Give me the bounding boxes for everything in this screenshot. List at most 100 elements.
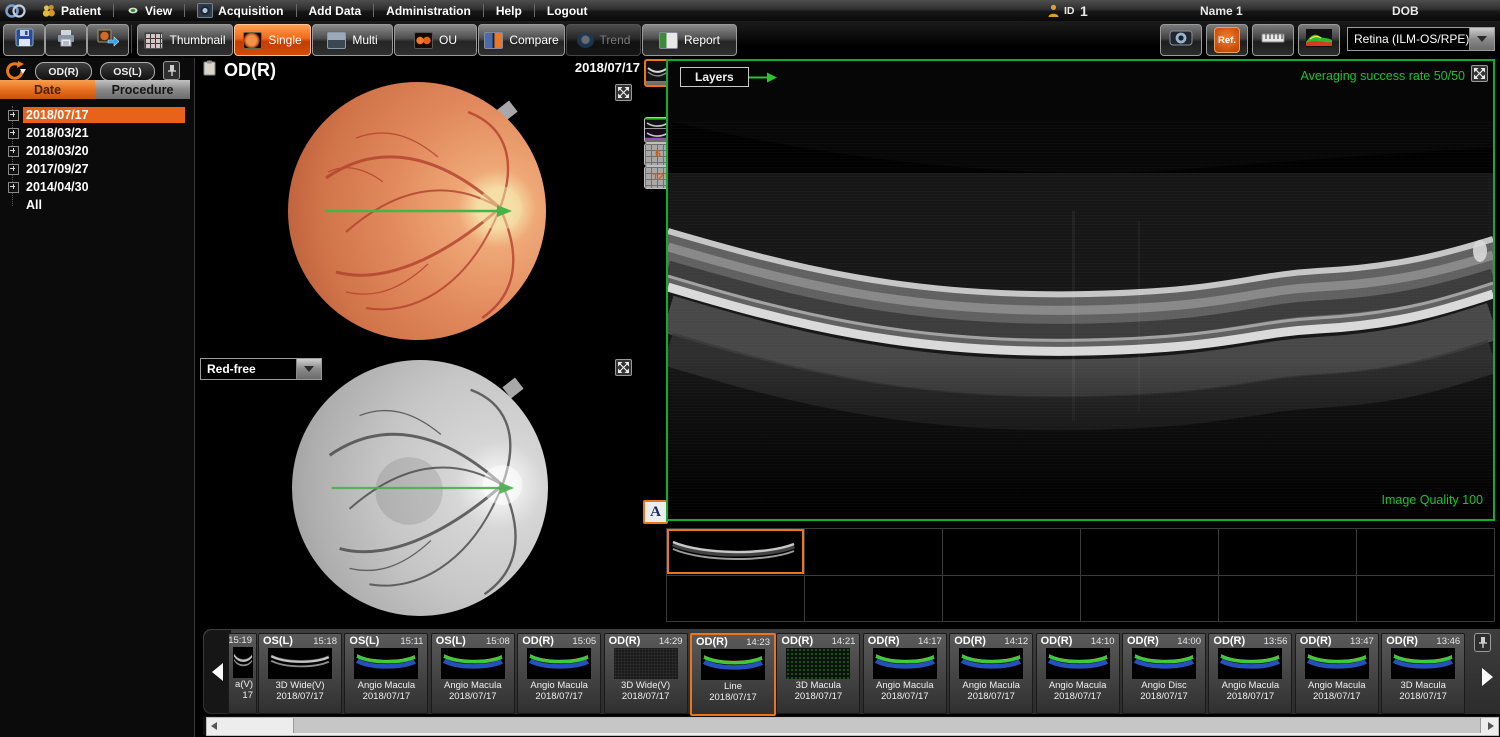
filmstrip-thumbnail[interactable]: OD(R) 14:12 Angio Macula 2018/07/17 xyxy=(949,633,1033,714)
menu-item[interactable]: Acquisition xyxy=(185,0,295,21)
od-right-eye-button[interactable]: OD(R) xyxy=(35,62,92,81)
date-tree-item[interactable]: 2017/09/27 xyxy=(0,160,195,178)
eye-title: OD(R) xyxy=(224,60,276,81)
thickness-map-button[interactable] xyxy=(1298,24,1340,56)
expand-toggle-icon[interactable] xyxy=(8,164,19,175)
filmstrip-thumbnail[interactable]: OS(L) 15:08 Angio Macula 2018/07/17 xyxy=(431,633,515,714)
filmstrip-thumbnail[interactable]: OS(L) 15:18 3D Wide(V) 2018/07/17 xyxy=(258,633,342,714)
thumbnail-scan-type: Angio Macula xyxy=(1037,680,1119,691)
date-tree-item[interactable]: 2018/07/17 xyxy=(0,106,195,124)
filmstrip-thumbnail[interactable]: OS(L) 15:11 Angio Macula 2018/07/17 xyxy=(344,633,428,714)
analysis-grid-cell[interactable] xyxy=(1357,576,1494,622)
view-mode-button[interactable]: Multi xyxy=(312,24,393,56)
compare-icon xyxy=(484,32,503,49)
caliper-button[interactable] xyxy=(1252,24,1294,56)
thumbnail-date: 2018/07/17 xyxy=(777,691,859,702)
analysis-grid-cell[interactable] xyxy=(805,576,942,622)
tab-procedure[interactable]: Procedure xyxy=(95,80,190,99)
annotation-button[interactable]: A xyxy=(643,500,668,524)
oct-noise-overlay xyxy=(668,121,1493,519)
filmstrip-thumbnail[interactable]: OD(R) 13:46 3D Macula 2018/07/17 xyxy=(1381,633,1465,714)
redfree-fundus-image[interactable] xyxy=(292,360,548,616)
menu-item-label: Acquisition xyxy=(218,4,283,18)
layer-preset-dropdown-button[interactable] xyxy=(1469,28,1494,50)
analysis-grid-cell[interactable] xyxy=(667,529,804,575)
menu-item[interactable]: Add Data xyxy=(297,0,374,21)
filmstrip-pin-button[interactable] xyxy=(1474,633,1491,652)
menu-item[interactable]: Administration xyxy=(374,0,483,21)
filmstrip-thumbnail[interactable]: OD(R) 15:05 Angio Macula 2018/07/17 xyxy=(517,633,601,714)
fundus-filter-dropdown[interactable]: Red-free xyxy=(200,358,322,380)
layers-button[interactable]: Layers xyxy=(680,67,749,87)
thumbnail-date: 2018/07/17 xyxy=(1209,691,1291,702)
save-button[interactable] xyxy=(3,24,45,56)
scrollbar-track[interactable] xyxy=(206,717,1499,736)
date-tree-item[interactable]: 2018/03/21 xyxy=(0,124,195,142)
date-tree-item[interactable]: 2018/03/20 xyxy=(0,142,195,160)
view-mode-button[interactable]: Compare xyxy=(478,24,565,56)
print-button[interactable] xyxy=(45,24,87,56)
date-tree-item[interactable]: 2014/04/30 xyxy=(0,178,195,196)
filmstrip-thumbnail[interactable]: OD(R) 14:23 Line 2018/07/17 xyxy=(690,633,776,716)
thumbnail-eye-label: OD(R) xyxy=(1041,635,1073,647)
filmstrip-thumbnail[interactable]: OD(R) 14:29 3D Wide(V) 2018/07/17 xyxy=(604,633,688,714)
filmstrip-thumbnail[interactable]: 15:19 a(V) 17 xyxy=(228,633,257,714)
tab-date[interactable]: Date xyxy=(0,80,95,99)
filmstrip-thumbnail[interactable]: OD(R) 14:00 Angio Disc 2018/07/17 xyxy=(1122,633,1206,714)
menu-item-label: Help xyxy=(496,4,522,18)
scrollbar-right-arrow[interactable] xyxy=(1488,722,1494,730)
filmstrip-scroll-left-button[interactable] xyxy=(204,630,231,713)
analysis-grid-cell[interactable] xyxy=(805,529,942,575)
filmstrip-thumbnail[interactable]: OD(R) 13:47 Angio Macula 2018/07/17 xyxy=(1295,633,1379,714)
analysis-grid-cell[interactable] xyxy=(1219,576,1356,622)
os-left-eye-button[interactable]: OS(L) xyxy=(100,62,155,81)
export-button[interactable] xyxy=(87,24,129,56)
analysis-grid-cell[interactable] xyxy=(667,576,804,622)
filmstrip-thumbnail[interactable]: OD(R) 14:17 Angio Macula 2018/07/17 xyxy=(863,633,947,714)
reference-button[interactable]: Ref. xyxy=(1206,24,1248,56)
expand-toggle-icon[interactable] xyxy=(8,146,19,157)
oct-mini-thumbnail[interactable] xyxy=(667,529,804,574)
oct-expand-button[interactable] xyxy=(1471,65,1488,82)
thumbnail-scan-type: Angio Macula xyxy=(1209,680,1291,691)
menu-item[interactable]: Patient xyxy=(30,0,113,21)
view-mode-button[interactable]: Trend xyxy=(566,24,641,56)
analysis-grid-cell[interactable] xyxy=(943,576,1080,622)
thumbnail-date: 2018/07/17 xyxy=(1123,691,1205,702)
menu-item[interactable]: Logout xyxy=(535,0,600,21)
expand-toggle-icon[interactable] xyxy=(8,128,19,139)
analysis-grid-cell[interactable] xyxy=(1081,576,1218,622)
exam-date: 2018/07/17 xyxy=(540,60,640,75)
view-mode-button[interactable]: Report xyxy=(642,24,737,56)
thumbnail-scan-type: Angio Macula xyxy=(345,680,427,691)
capture-button[interactable] xyxy=(1160,24,1202,56)
fundus2-expand-button[interactable] xyxy=(615,359,632,376)
date-tree-item[interactable]: All xyxy=(0,196,195,214)
filmstrip-thumbnail[interactable]: OD(R) 14:10 Angio Macula 2018/07/17 xyxy=(1036,633,1120,714)
scrollbar-thumb[interactable] xyxy=(293,718,1481,733)
export-image-icon xyxy=(97,28,119,52)
eye-title-row: OD(R) xyxy=(203,58,503,82)
analysis-grid-cell[interactable] xyxy=(1219,529,1356,575)
fundus-filter-dropdown-button[interactable] xyxy=(296,359,321,379)
color-fundus-image[interactable] xyxy=(288,82,546,340)
analysis-grid-cell[interactable] xyxy=(1357,529,1494,575)
menu-item[interactable]: Help xyxy=(484,0,534,21)
scrollbar-left-arrow[interactable] xyxy=(211,722,217,730)
ref-icon: Ref. xyxy=(1214,27,1240,53)
fundus1-expand-button[interactable] xyxy=(615,84,632,101)
analysis-grid-cell[interactable] xyxy=(1081,529,1218,575)
refresh-icon[interactable] xyxy=(3,60,27,82)
expand-toggle-icon[interactable] xyxy=(8,182,19,193)
menu-item[interactable]: View xyxy=(114,0,184,21)
layer-preset-dropdown[interactable]: Retina (ILM-OS/RPE) xyxy=(1347,27,1495,51)
view-mode-button[interactable]: Thumbnail xyxy=(137,24,233,56)
filmstrip-thumbnail[interactable]: OD(R) 14:21 3D Macula 2018/07/17 xyxy=(776,633,860,714)
sidebar-pin-button[interactable] xyxy=(163,61,180,80)
filmstrip-thumbnail[interactable]: OD(R) 13:56 Angio Macula 2018/07/17 xyxy=(1208,633,1292,714)
expand-toggle-icon[interactable] xyxy=(8,110,19,121)
view-mode-button[interactable]: Single xyxy=(234,24,311,56)
filmstrip-scroll-right-button[interactable] xyxy=(1477,664,1497,690)
analysis-grid-cell[interactable] xyxy=(943,529,1080,575)
view-mode-button[interactable]: OU xyxy=(394,24,477,56)
